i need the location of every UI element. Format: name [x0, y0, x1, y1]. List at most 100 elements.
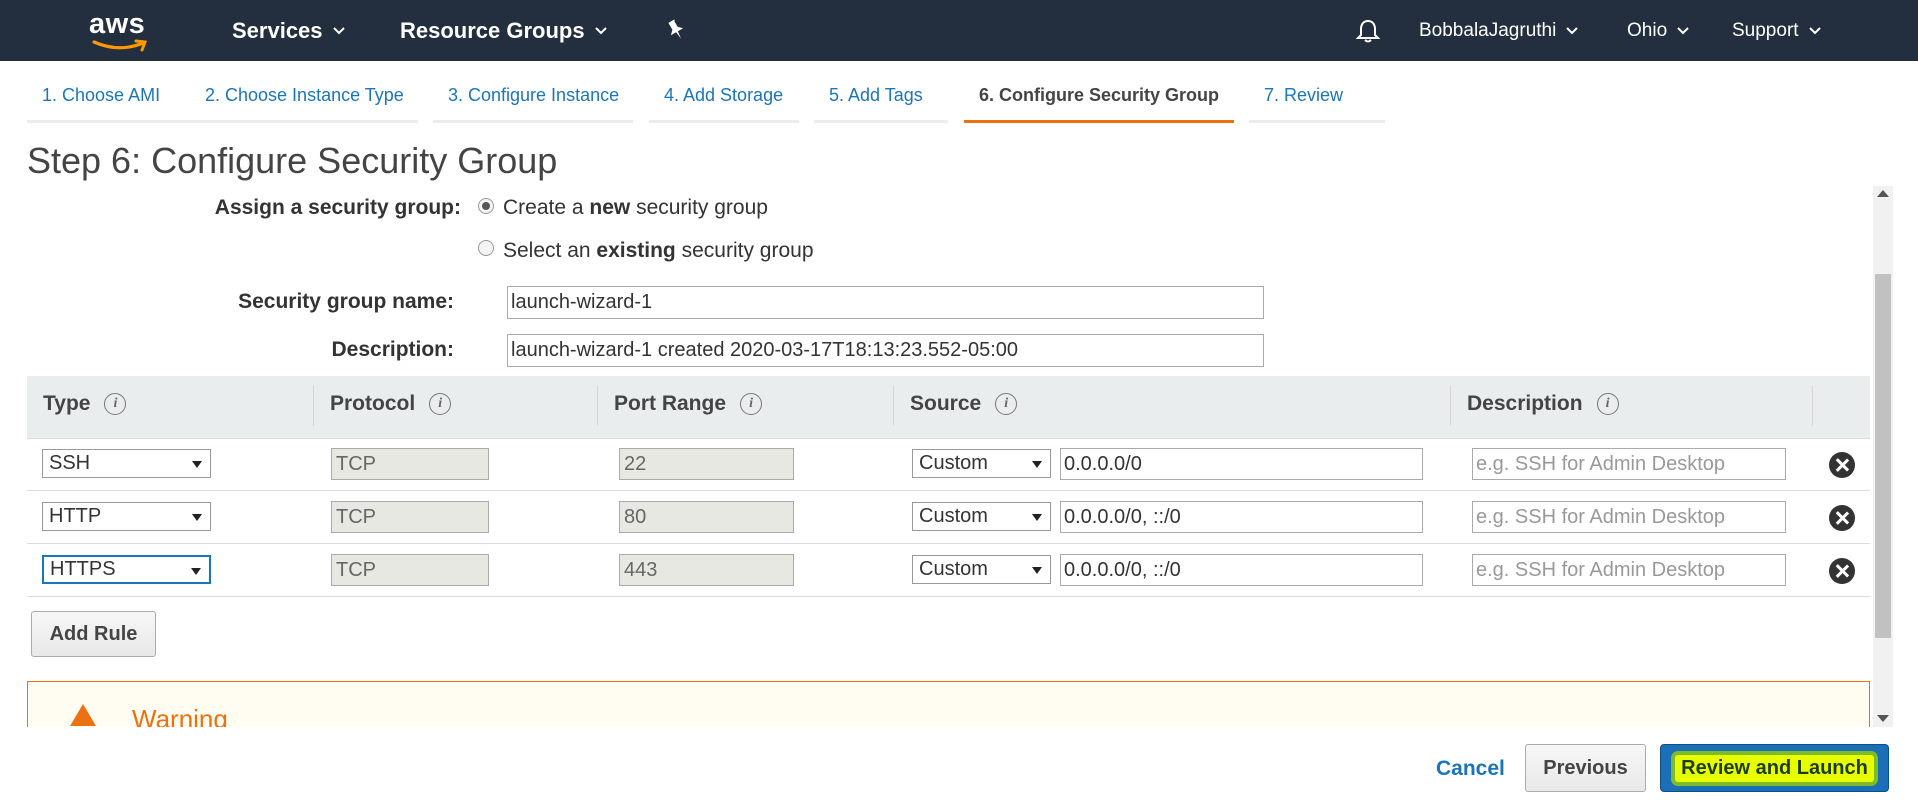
rules-table-header: Type i Protocol i Port Range i Source i Desc… — [27, 376, 1870, 438]
aws-smile-icon — [92, 39, 148, 52]
tab-review[interactable]: 7. Review — [1249, 85, 1385, 123]
radio-create-new-label[interactable]: Create a new security group — [503, 196, 768, 220]
add-rule-button[interactable]: Add Rule — [31, 611, 156, 657]
previous-button[interactable]: Previous — [1525, 744, 1646, 792]
radio-create-new-sg[interactable] — [478, 198, 494, 214]
region-name: Ohio — [1627, 19, 1668, 41]
scroll-up-arrow-icon[interactable] — [1877, 190, 1889, 197]
account-name: BobbalaJagruthi — [1419, 19, 1557, 41]
column-divider — [597, 386, 598, 426]
source-cidr-input[interactable]: 0.0.0.0/0, ::/0 — [1060, 501, 1423, 533]
warning-icon — [70, 704, 96, 726]
sg-name-label: Security group name: — [238, 290, 454, 313]
services-menu[interactable]: Services — [232, 0, 345, 61]
column-divider — [1450, 386, 1451, 426]
remove-rule-icon[interactable] — [1829, 452, 1855, 478]
tab-configure-security-group[interactable]: 6. Configure Security Group — [964, 85, 1234, 123]
column-divider — [1812, 386, 1813, 426]
info-icon[interactable]: i — [740, 393, 763, 415]
assign-sg-label: Assign a security group: — [214, 196, 461, 219]
th-description-label: Description — [1467, 392, 1583, 415]
info-icon[interactable]: i — [429, 393, 452, 415]
row-divider — [27, 543, 1870, 544]
resource-groups-menu[interactable]: Resource Groups — [400, 0, 607, 61]
th-source: Source i — [910, 392, 1018, 416]
source-cidr-input[interactable]: 0.0.0.0/0 — [1060, 448, 1423, 480]
radio-new-bold: new — [589, 196, 631, 219]
radio-new-prefix: Create a — [503, 196, 590, 219]
scrollbar-thumb[interactable] — [1875, 274, 1891, 638]
pin-icon[interactable] — [664, 18, 688, 42]
sg-name-input[interactable]: launch-wizard-1 — [507, 286, 1264, 319]
row-divider — [27, 438, 1870, 439]
tab-choose-ami[interactable]: 1. Choose AMI — [27, 85, 190, 123]
type-select-value: HTTP — [49, 505, 102, 527]
type-select[interactable]: HTTP — [42, 502, 211, 531]
tab-choose-instance-type[interactable]: 2. Choose Instance Type — [190, 85, 418, 123]
chevron-down-icon — [1808, 26, 1821, 34]
protocol-field: TCP — [331, 501, 489, 533]
source-type-value: Custom — [919, 505, 988, 527]
support-menu[interactable]: Support — [1732, 0, 1821, 61]
source-type-value: Custom — [919, 558, 988, 580]
info-icon[interactable]: i — [995, 393, 1018, 415]
tab-add-tags[interactable]: 5. Add Tags — [814, 85, 948, 123]
top-nav-bar: aws Services Resource Groups BobbalaJagr… — [0, 0, 1918, 61]
row-divider — [27, 596, 1870, 597]
source-cidr-input[interactable]: 0.0.0.0/0, ::/0 — [1060, 554, 1423, 586]
tab-configure-instance[interactable]: 3. Configure Instance — [433, 85, 633, 123]
chevron-down-icon — [332, 26, 345, 34]
remove-rule-icon[interactable] — [1829, 558, 1855, 584]
radio-select-existing-sg[interactable] — [478, 240, 494, 256]
type-select[interactable]: SSH — [42, 449, 211, 478]
source-type-select[interactable]: Custom — [912, 449, 1051, 478]
chevron-down-icon — [1566, 26, 1579, 34]
rule-description-input[interactable]: e.g. SSH for Admin Desktop — [1472, 448, 1786, 480]
info-icon[interactable]: i — [1596, 393, 1619, 415]
caret-down-icon — [192, 514, 202, 521]
caret-down-icon — [1032, 461, 1042, 468]
source-type-select[interactable]: Custom — [912, 502, 1051, 531]
description-input[interactable]: launch-wizard-1 created 2020-03-17T18:13… — [507, 334, 1264, 367]
column-divider — [313, 386, 314, 426]
cancel-link[interactable]: Cancel — [1436, 757, 1505, 781]
column-divider — [893, 386, 894, 426]
aws-logo[interactable]: aws — [89, 6, 153, 52]
info-icon[interactable]: i — [104, 393, 127, 415]
radio-select-existing-label[interactable]: Select an existing security group — [503, 239, 814, 263]
description-label: Description: — [331, 338, 454, 361]
type-select-value: HTTPS — [50, 558, 116, 580]
port-range-field: 80 — [619, 501, 794, 533]
source-type-select[interactable]: Custom — [912, 555, 1051, 584]
bell-icon[interactable] — [1355, 18, 1381, 44]
radio-existing-bold: existing — [596, 239, 676, 262]
th-description: Description i — [1467, 392, 1619, 416]
scroll-down-arrow-icon[interactable] — [1877, 715, 1889, 722]
aws-logo-text: aws — [89, 8, 146, 40]
radio-existing-suffix: security group — [675, 239, 814, 262]
th-type-label: Type — [43, 392, 91, 415]
tab-add-storage[interactable]: 4. Add Storage — [649, 85, 799, 123]
review-and-launch-label: Review and Launch — [1675, 754, 1874, 782]
caret-down-icon — [1032, 514, 1042, 521]
services-label: Services — [232, 17, 323, 43]
panel-scrollbar[interactable] — [1873, 186, 1893, 727]
th-source-label: Source — [910, 392, 982, 415]
chevron-down-icon — [594, 26, 607, 34]
th-port-range: Port Range i — [614, 392, 763, 416]
region-menu[interactable]: Ohio — [1627, 0, 1689, 61]
th-type: Type i — [43, 392, 127, 416]
review-and-launch-button[interactable]: Review and Launch — [1660, 744, 1889, 792]
row-divider — [27, 490, 1870, 491]
port-range-field: 443 — [619, 554, 794, 586]
account-menu[interactable]: BobbalaJagruthi — [1419, 0, 1579, 61]
type-select[interactable]: HTTPS — [42, 555, 211, 584]
resource-groups-label: Resource Groups — [400, 17, 585, 43]
page-title: Step 6: Configure Security Group — [27, 140, 558, 181]
port-range-field: 22 — [619, 448, 794, 480]
rule-description-input[interactable]: e.g. SSH for Admin Desktop — [1472, 554, 1786, 586]
caret-down-icon — [191, 568, 201, 575]
remove-rule-icon[interactable] — [1829, 505, 1855, 531]
th-port-range-label: Port Range — [614, 392, 727, 415]
rule-description-input[interactable]: e.g. SSH for Admin Desktop — [1472, 501, 1786, 533]
